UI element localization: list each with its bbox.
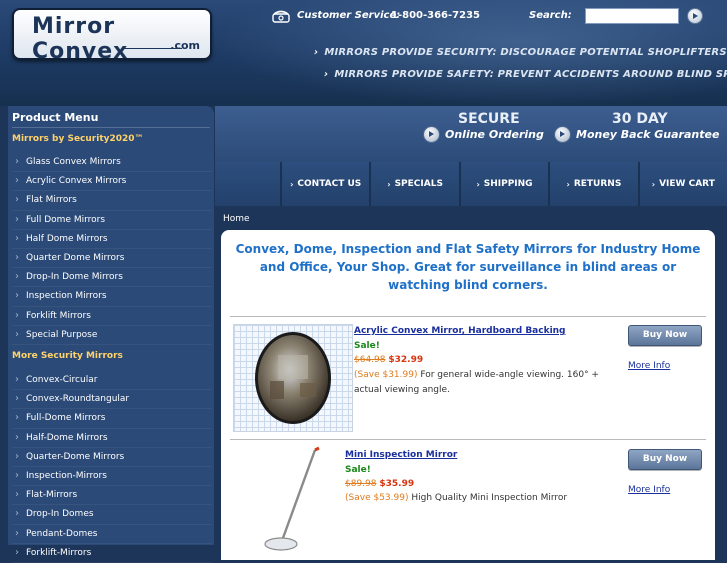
product-price: $89.98 $35.99 xyxy=(345,479,414,489)
buy-now-button[interactable]: Buy Now xyxy=(628,325,702,346)
more-info-link[interactable]: More Info xyxy=(628,485,670,495)
guarantee-heading: 30 DAY xyxy=(612,111,668,127)
search-input[interactable] xyxy=(585,8,679,24)
sidebar-item-flat[interactable]: Flat Mirrors xyxy=(12,191,212,211)
sidebar-item-acrylic-convex[interactable]: Acrylic Convex Mirrors xyxy=(12,172,212,192)
sidebar-divider xyxy=(12,127,210,128)
product-divider xyxy=(230,439,706,440)
main-nav: › CONTACT US › SPECIALS › SHIPPING › RETURNS… xyxy=(280,162,727,206)
promo-strip: SECURE Online Ordering 30 DAY Money Back… xyxy=(215,106,727,162)
phone-icon xyxy=(272,10,290,23)
sidebar-item-inspection-mirrors[interactable]: Inspection-Mirrors xyxy=(12,467,212,487)
chevron-right-icon: › xyxy=(651,179,656,189)
breadcrumb-home[interactable]: Home xyxy=(223,214,250,224)
chevron-right-icon: › xyxy=(566,179,570,189)
sidebar-item-half-dome-mirrors[interactable]: Half-Dome Mirrors xyxy=(12,429,212,448)
section-security2020-heading: Mirrors by Security2020™ xyxy=(12,134,144,144)
sidebar-item-inspection[interactable]: Inspection Mirrors xyxy=(12,287,212,307)
sidebar-item-quarter-dome-mirrors[interactable]: Quarter-Dome Mirrors xyxy=(12,448,212,467)
tagline-arrow-icon: › xyxy=(324,69,329,80)
nav-spacer xyxy=(215,162,280,206)
product-menu-title: Product Menu xyxy=(12,111,99,124)
inspection-mirror-icon xyxy=(264,446,320,551)
nav-view-cart[interactable]: › VIEW CART xyxy=(637,162,727,206)
nav-shipping-label: SHIPPING xyxy=(483,179,533,189)
search-label: Search: xyxy=(529,10,572,21)
product-description: (Save $53.99) High Quality Mini Inspecti… xyxy=(345,491,625,506)
savings-amount: (Save $31.99) xyxy=(354,370,418,380)
logo-suffix: .com xyxy=(170,39,200,52)
tagline-arrow-icon: › xyxy=(314,47,319,58)
page-headline: Convex, Dome, Inspection and Flat Safety… xyxy=(235,242,701,292)
sale-badge: Sale! xyxy=(354,341,380,351)
security2020-menu-list: Glass Convex Mirrors Acrylic Convex Mirr… xyxy=(12,153,212,345)
product-description: (Save $31.99) For general wide-angle vie… xyxy=(354,368,624,398)
old-price: $89.98 xyxy=(345,479,377,489)
site-header: Mirror Convex .com Customer Service: 1-8… xyxy=(0,0,727,106)
buy-now-button[interactable]: Buy Now xyxy=(628,449,702,470)
sale-badge: Sale! xyxy=(345,465,371,475)
product-title-mini-inspection[interactable]: Mini Inspection Mirror xyxy=(345,450,457,460)
tagline-safety-text: MIRRORS PROVIDE SAFETY: PREVENT ACCIDENT… xyxy=(334,69,727,80)
sale-price: $35.99 xyxy=(379,479,415,489)
sidebar-item-full-dome-mirrors[interactable]: Full-Dome Mirrors xyxy=(12,409,212,429)
secure-heading: SECURE xyxy=(458,111,520,127)
nav-view-cart-label: VIEW CART xyxy=(659,179,715,189)
search-go-button[interactable] xyxy=(687,8,703,24)
secure-subtext[interactable]: Online Ordering xyxy=(445,128,544,141)
main-content: Convex, Dome, Inspection and Flat Safety… xyxy=(221,230,715,560)
customer-service-label: Customer Service: xyxy=(297,10,401,21)
product-image-mini-inspection[interactable] xyxy=(233,446,351,552)
site-logo[interactable]: Mirror Convex .com xyxy=(12,8,212,64)
old-price: $64.98 xyxy=(354,355,386,365)
sidebar-item-special-purpose[interactable]: Special Purpose xyxy=(12,326,212,345)
chevron-right-icon: › xyxy=(387,179,391,189)
nav-shipping[interactable]: › SHIPPING xyxy=(458,162,548,206)
tagline-security-text: MIRRORS PROVIDE SECURITY: DISCOURAGE POT… xyxy=(324,47,727,58)
sidebar-item-forklift[interactable]: Forklift Mirrors xyxy=(12,307,212,326)
sidebar-item-pendant-domes[interactable]: Pendant-Domes xyxy=(12,525,212,544)
sidebar-item-glass-convex[interactable]: Glass Convex Mirrors xyxy=(12,153,212,173)
guarantee-subtext[interactable]: Money Back Guarantee xyxy=(576,128,719,141)
nav-returns[interactable]: › RETURNS xyxy=(548,162,637,206)
guarantee-arrow-icon[interactable] xyxy=(554,126,571,143)
nav-specials-label: SPECIALS xyxy=(394,179,443,189)
sidebar-item-half-dome[interactable]: Half Dome Mirrors xyxy=(12,230,212,249)
description-text: High Quality Mini Inspection Mirror xyxy=(411,493,568,503)
secure-arrow-icon[interactable] xyxy=(423,126,440,143)
chevron-right-icon: › xyxy=(476,179,480,189)
customer-service-phone: 1-800-366-7235 xyxy=(391,10,480,21)
nav-returns-label: RETURNS xyxy=(573,179,622,189)
sidebar-item-convex-circular[interactable]: Convex-Circular xyxy=(12,371,212,391)
tagline-security: › MIRRORS PROVIDE SECURITY: DISCOURAGE PO… xyxy=(314,47,727,58)
section-more-security-heading: More Security Mirrors xyxy=(12,351,123,361)
nav-contact-us-label: CONTACT US xyxy=(297,179,362,189)
product-menu-sidebar: Product Menu Mirrors by Security2020™ Gl… xyxy=(8,106,214,563)
product-title-acrylic-convex[interactable]: Acrylic Convex Mirror, Hardboard Backing xyxy=(354,326,566,336)
sidebar-item-flat-mirrors[interactable]: Flat-Mirrors xyxy=(12,486,212,506)
sidebar-item-forklift-mirrors[interactable]: Forklift-Mirrors xyxy=(12,544,212,563)
nav-contact-us[interactable]: › CONTACT US xyxy=(280,162,369,206)
chevron-right-icon: › xyxy=(290,179,294,189)
sidebar-item-drop-in-dome[interactable]: Drop-In Dome Mirrors xyxy=(12,268,212,288)
sidebar-item-quarter-dome[interactable]: Quarter Dome Mirrors xyxy=(12,249,212,269)
sale-price: $32.99 xyxy=(388,355,424,365)
sidebar-item-convex-roundtangular[interactable]: Convex-Roundtangular xyxy=(12,390,212,410)
tagline-safety: › MIRRORS PROVIDE SAFETY: PREVENT ACCIDEN… xyxy=(324,69,727,80)
convex-mirror-icon xyxy=(255,332,331,424)
product-price: $64.98 $32.99 xyxy=(354,355,423,365)
nav-specials[interactable]: › SPECIALS xyxy=(369,162,458,206)
savings-amount: (Save $53.99) xyxy=(345,493,409,503)
product-image-acrylic-convex[interactable] xyxy=(233,324,353,432)
sidebar-item-full-dome[interactable]: Full Dome Mirrors xyxy=(12,211,212,230)
sidebar-item-drop-in-domes[interactable]: Drop-In Domes xyxy=(12,505,212,525)
more-info-link[interactable]: More Info xyxy=(628,361,670,371)
content-divider xyxy=(230,316,706,317)
more-security-menu-list: Convex-Circular Convex-Roundtangular Ful… xyxy=(12,371,212,563)
